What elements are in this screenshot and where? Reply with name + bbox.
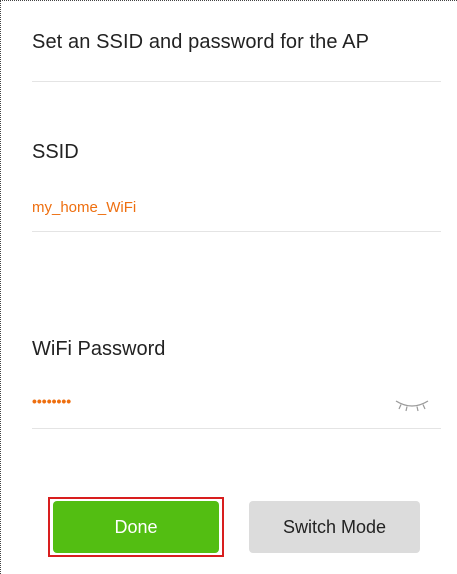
password-underline bbox=[32, 428, 441, 429]
ssid-underline bbox=[32, 231, 441, 232]
done-button[interactable]: Done bbox=[53, 501, 219, 553]
setup-panel: Set an SSID and password for the AP SSID… bbox=[0, 0, 457, 574]
eye-closed-icon[interactable] bbox=[393, 395, 431, 413]
header-divider bbox=[32, 81, 441, 82]
password-label: WiFi Password bbox=[32, 338, 166, 360]
ssid-label: SSID bbox=[32, 141, 79, 163]
password-input[interactable]: •••••••• bbox=[32, 393, 71, 409]
switch-mode-button[interactable]: Switch Mode bbox=[249, 501, 420, 553]
page-title: Set an SSID and password for the AP bbox=[32, 31, 370, 53]
ssid-input[interactable]: my_home_WiFi bbox=[32, 199, 136, 216]
